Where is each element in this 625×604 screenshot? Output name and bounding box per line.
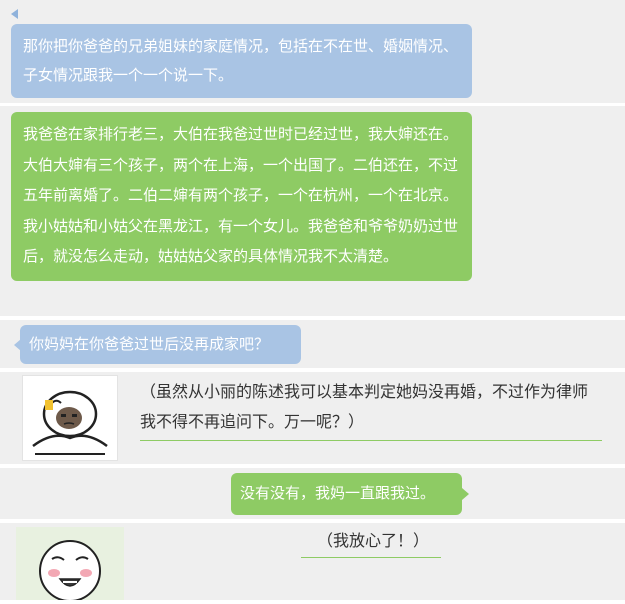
thought-text: （我放心了！）: [317, 526, 447, 556]
message-text: 那你把你爸爸的兄弟姐妹的家庭情况，包括在不在世、婚姻情况、子女情况跟我一个一个说…: [23, 37, 459, 84]
avatar: [22, 375, 118, 461]
thought-content: （虽然从小丽的陈述我可以基本判定她妈没再婚，不过作为律师我不得不再追问下。万一呢…: [140, 382, 589, 431]
thought-underline: [140, 440, 602, 441]
relieved-face-meme-icon: [16, 527, 124, 602]
collapse-arrow-icon[interactable]: [11, 9, 18, 19]
message-text: 没有没有，我妈一直跟我过。: [240, 484, 436, 502]
avatar: [16, 527, 124, 602]
message-text: 我爸爸在家排行老三，大伯在我爸过世时已经过世，我大婶还在。大伯大婶有三个孩子，两…: [23, 125, 459, 265]
thought-text: （虽然从小丽的陈述我可以基本判定她妈没再婚，不过作为律师我不得不再追问下。万一呢…: [140, 377, 602, 437]
answer-bubble: 没有没有，我妈一直跟我过。: [231, 473, 469, 515]
thought-underline: [301, 557, 441, 558]
question-bubble: 那你把你爸爸的兄弟姐妹的家庭情况，包括在不在世、婚姻情况、子女情况跟我一个一个说…: [11, 24, 472, 98]
message-text: 你妈妈在你爸爸过世后没再成家吧？: [29, 335, 270, 353]
question-bubble: 你妈妈在你爸爸过世后没再成家吧？: [14, 325, 301, 364]
lawyer-meme-icon: [32, 390, 108, 455]
answer-bubble: 我爸爸在家排行老三，大伯在我爸过世时已经过世，我大婶还在。大伯大婶有三个孩子，两…: [11, 112, 472, 281]
thought-content: （我放心了！）: [317, 531, 430, 550]
